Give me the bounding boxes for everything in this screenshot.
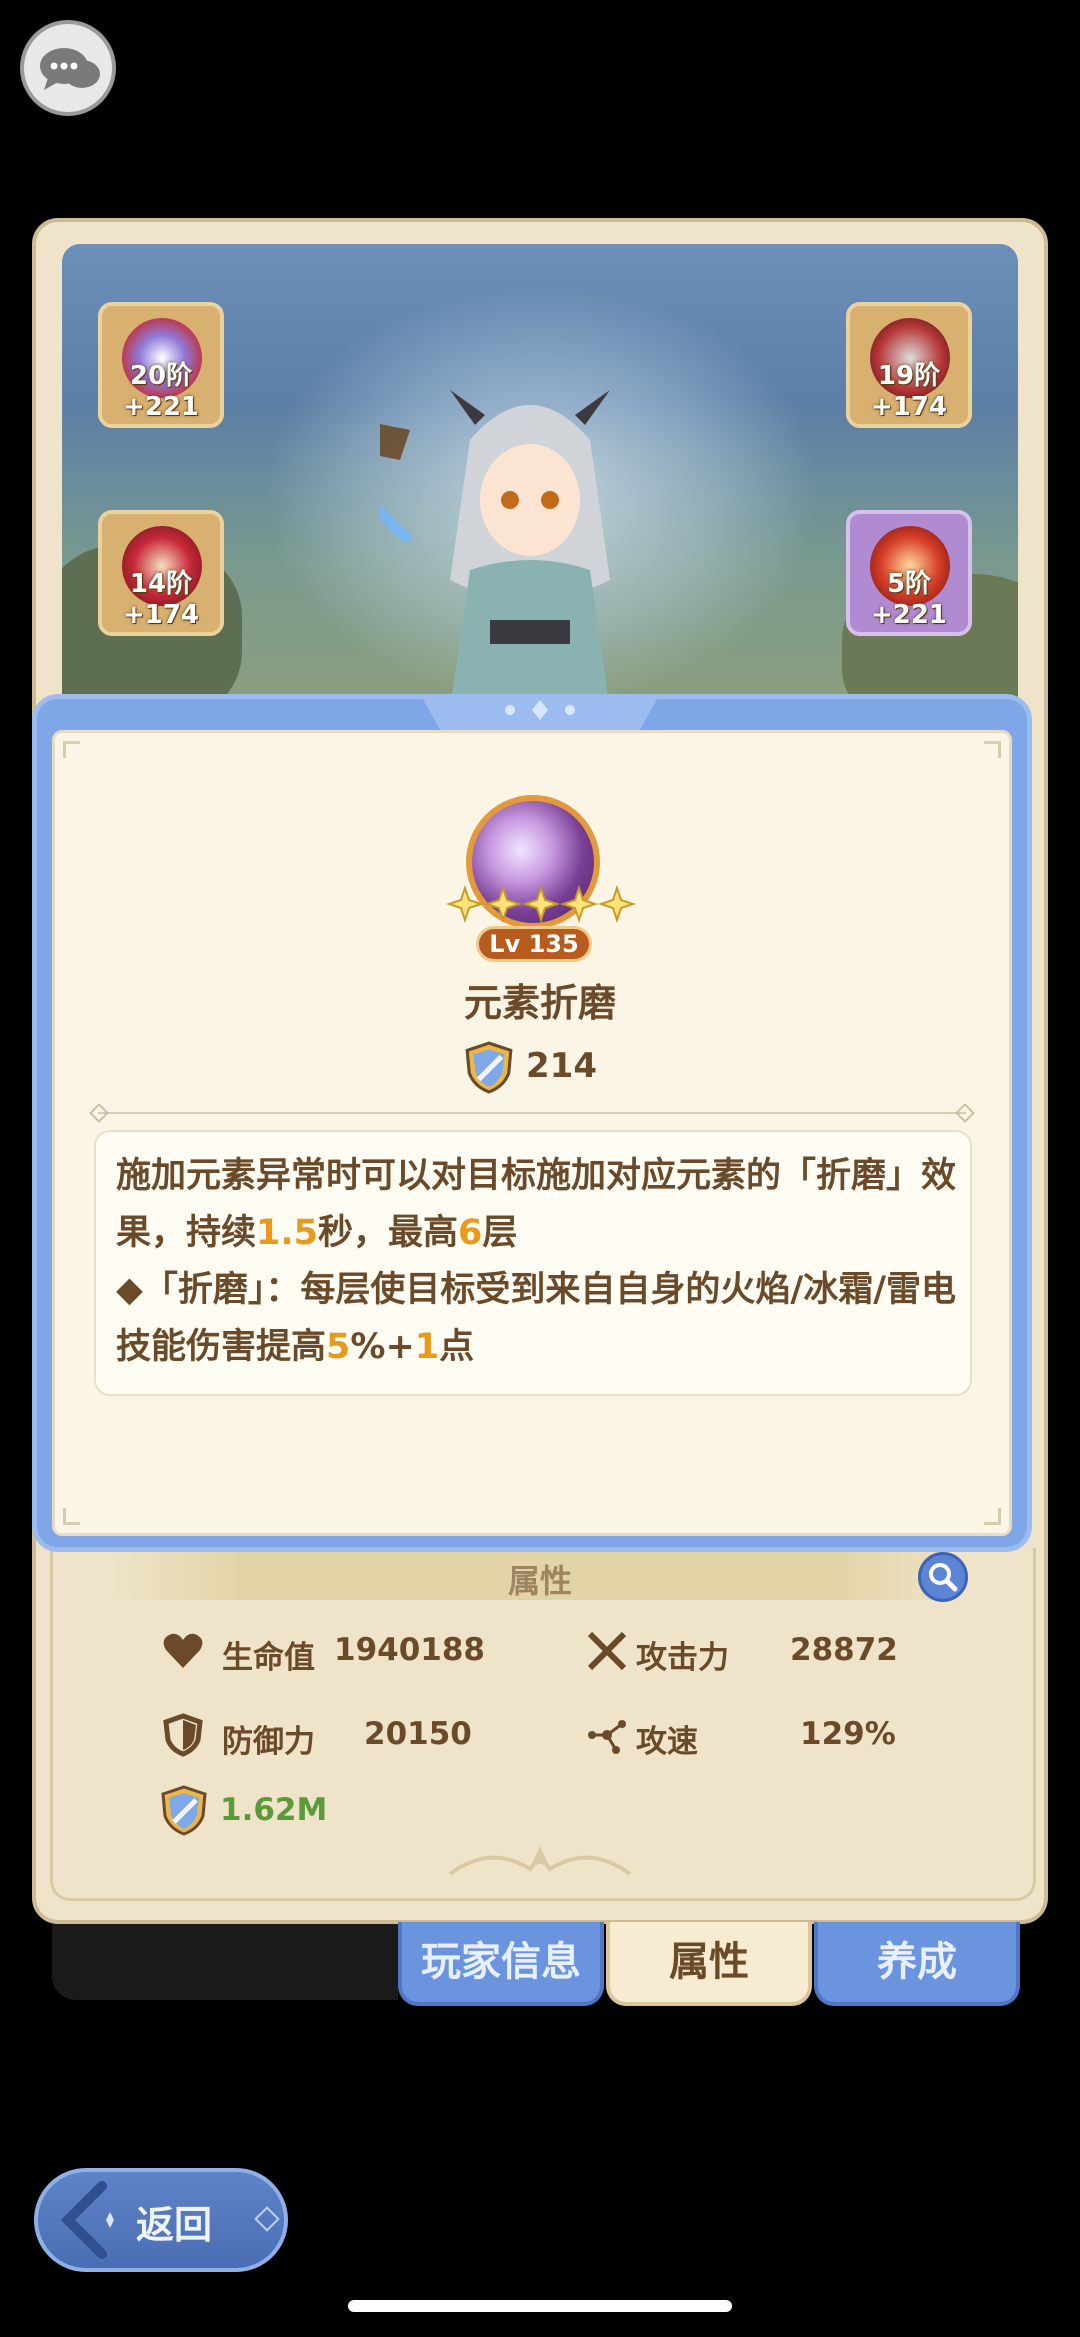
equip-slot-helmet[interactable]: 20阶+221: [98, 302, 224, 428]
star-rating: [446, 884, 636, 924]
dialog-top-ornament: [420, 694, 660, 730]
spd-label: 攻速: [636, 1724, 698, 1760]
character-sprite: [380, 390, 610, 710]
tab-player-info[interactable]: 玩家信息: [398, 1922, 604, 2006]
equip-slot-armor[interactable]: 14阶+174: [98, 510, 224, 636]
attributes-search-button[interactable]: [918, 1552, 968, 1602]
attributes-title: 属性: [507, 1562, 572, 1600]
heart-icon: [163, 1633, 203, 1668]
divider: [98, 1112, 966, 1114]
skill-power-value: 214: [526, 1046, 597, 1086]
equip-slot-gauntlet[interactable]: 5阶+221: [846, 510, 972, 636]
back-label: 返回: [136, 2203, 213, 2247]
hp-value: 1940188: [334, 1632, 485, 1668]
equip-slot-crest[interactable]: 19阶+174: [846, 302, 972, 428]
search-icon: [929, 1563, 958, 1592]
sword-cross-icon: [587, 1631, 627, 1671]
hp-label: 生命值: [222, 1640, 315, 1676]
skill-name: 元素折磨: [463, 981, 616, 1025]
combat-power-icon: [161, 1785, 207, 1836]
def-label: 防御力: [222, 1724, 315, 1760]
atk-label: 攻击力: [636, 1640, 729, 1676]
combat-power-total: 1.62M: [220, 1792, 328, 1828]
shield-icon: [163, 1713, 203, 1757]
skill-level-badge: Lv 135: [476, 926, 592, 962]
atk-value: 28872: [790, 1632, 898, 1668]
def-value: 20150: [364, 1716, 472, 1752]
back-arrow-icon: [60, 2181, 114, 2259]
tab-bar-background: [52, 1924, 398, 2000]
combat-power-icon: [465, 1041, 513, 1094]
home-indicator[interactable]: [348, 2300, 732, 2312]
spd-value: 129%: [800, 1716, 896, 1752]
skill-description: 施加元素异常时可以对目标施加对应元素的「折磨」效果，持续1.5秒，最高6层 ◆「折…: [116, 1156, 957, 1367]
tab-cultivation[interactable]: 养成: [814, 1922, 1020, 2006]
chat-icon: [40, 48, 100, 90]
ornament-decoration: [448, 1846, 632, 1876]
chat-button[interactable]: [20, 20, 116, 116]
tab-attributes[interactable]: 属性: [606, 1922, 812, 2006]
attack-speed-icon: [588, 1720, 626, 1754]
